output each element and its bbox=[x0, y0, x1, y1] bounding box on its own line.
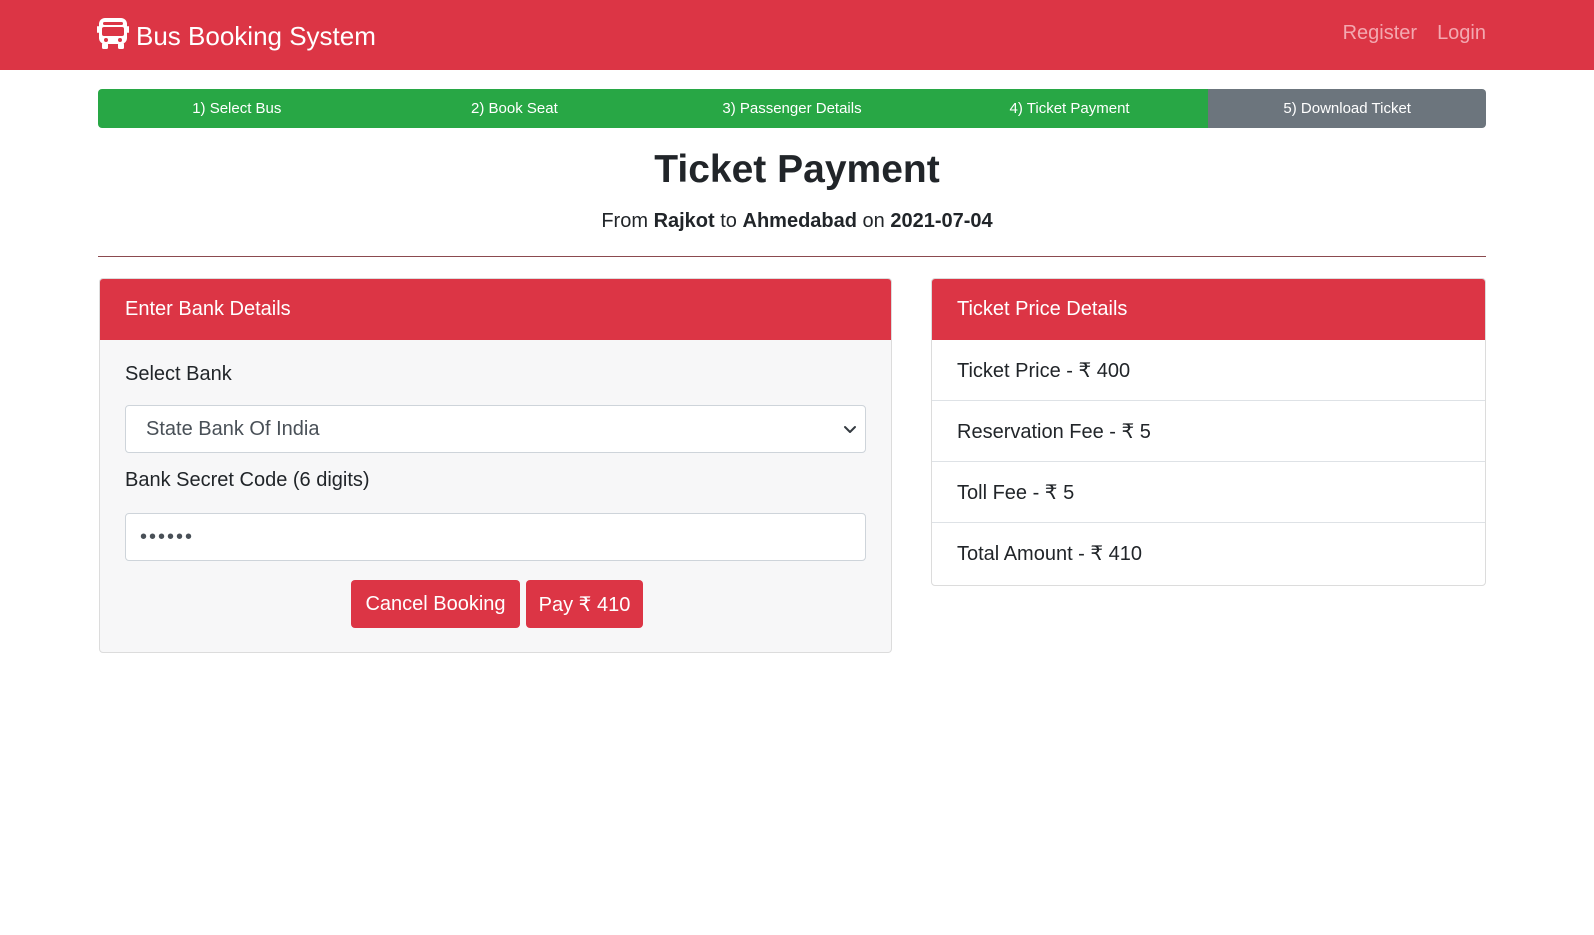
route-on-word: on bbox=[862, 210, 885, 232]
chevron-down-icon bbox=[841, 420, 859, 438]
reservation-fee-row: Reservation Fee - ₹ 5 bbox=[932, 401, 1485, 462]
route-date: 2021-07-04 bbox=[890, 210, 993, 232]
price-card-header: Ticket Price Details bbox=[932, 279, 1485, 340]
register-link[interactable]: Register bbox=[1343, 22, 1417, 45]
nav-links: Register Login bbox=[1343, 22, 1486, 45]
step-passenger-details: 3) Passenger Details bbox=[653, 89, 931, 128]
page-title: Ticket Payment bbox=[654, 148, 940, 191]
brand-title: Bus Booking System bbox=[136, 20, 376, 51]
price-details-card: Ticket Price Details Ticket Price - ₹ 40… bbox=[931, 278, 1486, 586]
divider bbox=[98, 256, 1486, 257]
pay-button[interactable]: Pay ₹ 410 bbox=[526, 580, 643, 628]
bank-select[interactable]: State Bank Of India bbox=[125, 405, 866, 453]
secret-code-input[interactable]: •••••• bbox=[125, 513, 866, 561]
brand-link[interactable]: Bus Booking System bbox=[97, 16, 376, 57]
bus-icon bbox=[97, 16, 136, 57]
navbar: Bus Booking System Register Login bbox=[0, 0, 1594, 70]
booking-steps: 1) Select Bus 2) Book Seat 3) Passenger … bbox=[98, 89, 1486, 128]
step-select-bus: 1) Select Bus bbox=[98, 89, 376, 128]
select-bank-label: Select Bank bbox=[125, 363, 232, 385]
bank-select-value: State Bank Of India bbox=[146, 417, 320, 440]
toll-fee-row: Toll Fee - ₹ 5 bbox=[932, 462, 1485, 523]
step-download-ticket: 5) Download Ticket bbox=[1208, 89, 1486, 128]
secret-code-label: Bank Secret Code (6 digits) bbox=[125, 469, 370, 491]
ticket-price-row: Ticket Price - ₹ 400 bbox=[932, 340, 1485, 401]
step-ticket-payment: 4) Ticket Payment bbox=[930, 89, 1209, 128]
bank-details-card: Enter Bank Details Select Bank State Ban… bbox=[99, 278, 892, 653]
step-book-seat: 2) Book Seat bbox=[375, 89, 654, 128]
route-to: Ahmedabad bbox=[742, 210, 857, 232]
cancel-booking-button[interactable]: Cancel Booking bbox=[351, 580, 520, 628]
total-amount-row: Total Amount - ₹ 410 bbox=[957, 543, 1143, 565]
bank-card-header: Enter Bank Details bbox=[100, 279, 891, 340]
login-link[interactable]: Login bbox=[1437, 22, 1486, 45]
route-summary: From Rajkot to Ahmedabad on 2021-07-04 bbox=[0, 210, 1594, 233]
route-from: Rajkot bbox=[653, 210, 715, 232]
route-to-word: to bbox=[720, 210, 737, 232]
route-from-word: From bbox=[601, 210, 648, 232]
